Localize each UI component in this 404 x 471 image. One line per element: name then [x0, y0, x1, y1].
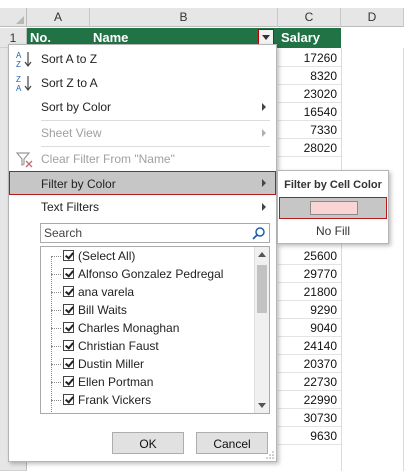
text-filters-label: Text Filters [41, 200, 100, 214]
tree-line [51, 382, 61, 383]
salary-cell[interactable]: 29770 [278, 265, 341, 283]
select-all-corner[interactable] [0, 8, 27, 27]
submenu-arrow-icon [262, 203, 266, 211]
sort-descending-icon: Z A [16, 75, 32, 92]
color-swatch [310, 201, 358, 215]
salary-cell[interactable]: 25600 [278, 247, 341, 265]
tree-line [51, 274, 61, 275]
filter-by-color-item[interactable]: Filter by Color [9, 171, 276, 195]
salary-cell[interactable]: 24140 [278, 337, 341, 355]
ok-button[interactable]: OK [112, 432, 184, 454]
salary-cell[interactable]: 9630 [278, 427, 341, 445]
sort-z-to-a-item[interactable]: Z A Sort Z to A [9, 71, 276, 95]
column-header-a[interactable]: A [27, 8, 90, 27]
clear-filter-icon [15, 152, 33, 168]
gridline [341, 48, 342, 471]
list-item-label: Christian Faust [78, 339, 159, 353]
svg-text:Z: Z [16, 60, 21, 68]
list-item-label: Dustin Miller [78, 357, 145, 371]
checkbox[interactable] [63, 394, 74, 405]
sort-by-color-item[interactable]: Sort by Color [9, 95, 276, 119]
salary-cell[interactable]: 22990 [278, 391, 341, 409]
tree-line [51, 310, 61, 311]
salary-cell[interactable]: 23020 [278, 85, 341, 103]
column-header-d[interactable]: D [341, 8, 404, 27]
name-filter-dropdown-button[interactable] [258, 29, 274, 45]
checkbox[interactable] [63, 268, 74, 279]
list-item-label: Alfonso Gonzalez Pedregal [78, 267, 224, 281]
sort-a-to-z-item[interactable]: A Z Sort A to Z [9, 47, 276, 71]
filter-search-input[interactable] [41, 224, 247, 242]
scroll-up-icon[interactable] [258, 252, 266, 257]
list-item-label: Frank Vickers [78, 393, 152, 407]
list-item-label: ana varela [78, 285, 135, 299]
header-cell-salary[interactable]: Salary [278, 28, 341, 48]
tree-line [51, 346, 61, 347]
salary-cell[interactable]: 22730 [278, 373, 341, 391]
checkbox[interactable] [63, 304, 74, 315]
svg-text:A: A [16, 51, 22, 60]
filter-by-color-label: Filter by Color [41, 177, 116, 191]
salary-cell[interactable]: 7330 [278, 121, 341, 139]
scroll-down-icon[interactable] [258, 403, 266, 408]
autofilter-menu: A Z Sort A to Z Z A Sort Z to A Sort by … [8, 44, 277, 462]
salary-cell[interactable]: 9040 [278, 319, 341, 337]
checkbox[interactable] [63, 250, 74, 261]
sort-z-to-a-label: Sort Z to A [41, 76, 98, 90]
list-item-label: Bill Waits [78, 303, 127, 317]
resize-grip-icon[interactable] [266, 451, 274, 459]
submenu-arrow-icon [262, 103, 266, 111]
sort-ascending-icon: A Z [16, 51, 32, 68]
clear-filter-item: Clear Filter From "Name" [9, 147, 276, 171]
salary-cell[interactable]: 28020 [278, 139, 341, 157]
filter-by-cell-color-heading: Filter by Cell Color [284, 179, 382, 191]
text-filters-item[interactable]: Text Filters [9, 195, 276, 219]
sheet-view-label: Sheet View [41, 126, 102, 140]
submenu-arrow-icon [262, 179, 266, 187]
sheet-view-item: Sheet View [9, 121, 276, 145]
list-item-label: Ellen Portman [78, 375, 154, 389]
salary-cell[interactable]: 17260 [278, 49, 341, 67]
submenu-arrow-icon [262, 129, 266, 137]
salary-cell[interactable]: 20370 [278, 355, 341, 373]
scrollbar-thumb[interactable] [257, 265, 267, 313]
cancel-button[interactable]: Cancel [196, 432, 268, 454]
tree-line [51, 256, 61, 257]
svg-text:Z: Z [16, 75, 21, 84]
tree-line [51, 364, 61, 365]
search-icon[interactable] [252, 226, 266, 240]
sort-by-color-label: Sort by Color [41, 100, 112, 114]
salary-cell[interactable]: 30730 [278, 409, 341, 427]
list-scrollbar[interactable] [254, 247, 269, 413]
salary-cell[interactable]: 8320 [278, 67, 341, 85]
filter-values-list[interactable]: (Select All) Alfonso Gonzalez Pedregal a… [40, 246, 270, 414]
list-item-label: (Select All) [78, 249, 136, 263]
no-fill-option[interactable]: No Fill [278, 224, 388, 238]
filter-by-color-submenu: Filter by Cell Color No Fill [277, 170, 389, 244]
tree-line [51, 256, 52, 413]
sort-a-to-z-label: Sort A to Z [41, 52, 98, 66]
tree-line [51, 400, 61, 401]
cell-color-option[interactable] [279, 197, 387, 219]
checkbox[interactable] [63, 322, 74, 333]
checkbox[interactable] [63, 340, 74, 351]
svg-text:A: A [16, 84, 22, 92]
column-header-b[interactable]: B [90, 8, 278, 27]
tree-line [51, 328, 61, 329]
clear-filter-label: Clear Filter From "Name" [41, 152, 175, 166]
checkbox[interactable] [63, 376, 74, 387]
salary-cell[interactable]: 16540 [278, 103, 341, 121]
list-item-label: Charles Monaghan [78, 321, 180, 335]
salary-cell[interactable]: 9290 [278, 301, 341, 319]
salary-cell[interactable]: 21800 [278, 283, 341, 301]
checkbox[interactable] [63, 358, 74, 369]
filter-search-box[interactable] [40, 223, 270, 243]
column-header-c[interactable]: C [278, 8, 341, 27]
checkbox[interactable] [63, 286, 74, 297]
tree-line [51, 292, 61, 293]
